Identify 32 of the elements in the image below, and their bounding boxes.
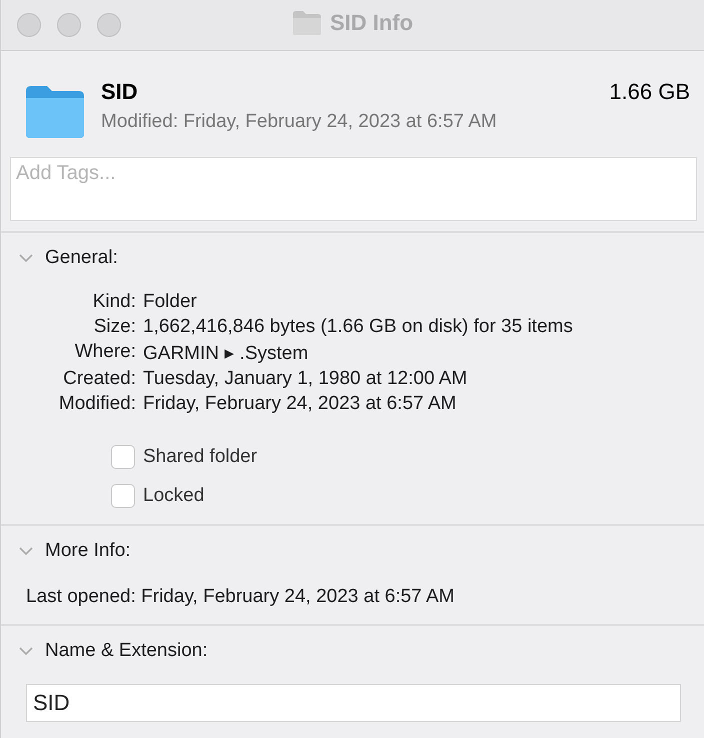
field-label: Created: <box>62 368 136 390</box>
folder-icon <box>292 10 322 36</box>
field-value: Folder <box>143 291 198 313</box>
minimize-button[interactable] <box>57 13 81 37</box>
folder-icon <box>25 85 85 139</box>
checkbox-label: Shared folder <box>143 446 258 468</box>
checkbox[interactable] <box>111 445 135 469</box>
name-field[interactable]: SID <box>26 684 681 722</box>
section-title: General: <box>45 247 118 269</box>
field-label: Size: <box>92 316 136 338</box>
file-size: 1.66 GB <box>609 79 690 105</box>
field-value: Tuesday, January 1, 1980 at 12:00 AM <box>143 368 468 390</box>
field-value: Friday, February 24, 2023 at 6:57 AM <box>143 393 458 415</box>
field-value: GARMIN ▸ .System <box>143 342 310 365</box>
checkbox[interactable] <box>111 484 135 508</box>
field-label: Kind: <box>92 291 136 313</box>
chevron-icon[interactable] <box>19 646 33 656</box>
section-title: More Info: <box>45 540 131 562</box>
field-value: 1,662,416,846 bytes (1.66 GB on disk) for 35 items <box>143 316 574 338</box>
close-button[interactable] <box>17 13 41 37</box>
last-opened-text: Last opened: Friday, February 24, 2023 at 6:57 AM <box>26 586 454 607</box>
field-label: Modified: <box>58 393 136 415</box>
tags-field[interactable]: Add Tags... <box>10 157 697 221</box>
checkbox-label: Locked <box>143 485 204 507</box>
chevron-icon[interactable] <box>19 546 33 556</box>
file-name: SID <box>101 79 138 105</box>
zoom-button[interactable] <box>97 13 121 37</box>
window-title: SID Info <box>330 10 414 36</box>
chevron-icon[interactable] <box>19 254 33 262</box>
section-title: Name & Extension: <box>45 640 208 662</box>
modified-date: Modified: Friday, February 24, 2023 at 6:57 AM <box>101 111 498 133</box>
field-label: Where: <box>74 341 136 364</box>
